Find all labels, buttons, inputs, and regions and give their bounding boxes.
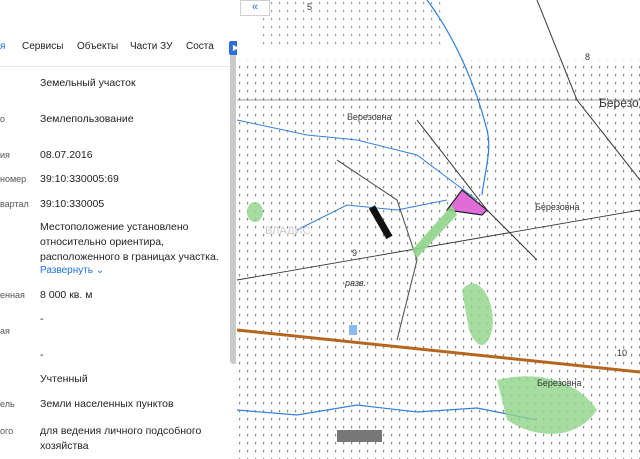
map-label: 9 [352, 248, 358, 258]
green-spot [247, 202, 263, 222]
row-label: о [0, 114, 6, 124]
row-value: 8 000 кв. м [40, 289, 93, 301]
map-label: Березо [599, 96, 639, 110]
expand-link[interactable]: Развернуть ⌄ [40, 265, 104, 276]
row-value: 39:10:330005:69 [40, 173, 119, 185]
tab-services[interactable]: Сервисы [22, 41, 63, 52]
row-label: вартал [0, 199, 29, 209]
map-label: 10 [617, 348, 628, 358]
row-value: 39:10:330005 [40, 198, 105, 210]
row-label: ого [0, 426, 14, 436]
row-value: 08.07.2016 [40, 149, 93, 161]
map-label: 8 [585, 52, 591, 62]
chevron-down-icon: ⌄ [95, 265, 105, 276]
info-panel: я Сервисы Объекты Части ЗУ Соста Земельн… [0, 0, 236, 459]
row-value: Землепользование [40, 113, 134, 125]
row-value: Учтенный [40, 373, 88, 385]
tab-info[interactable]: я [0, 41, 5, 52]
row-value: - [40, 313, 44, 325]
double-chevron-left-icon: « [251, 1, 259, 13]
row-label: ель [0, 399, 15, 409]
row-value: - [40, 349, 44, 361]
tab-objects[interactable]: Объекты [77, 41, 118, 52]
building-row [337, 430, 382, 442]
expand-link-label: Развернуть [40, 265, 94, 276]
map-label: Березовна [347, 112, 392, 122]
row-value: для ведения личного подсобного хозяйства [40, 425, 202, 452]
watermark: ВЛАДИС [265, 225, 311, 237]
map-label: 5 [307, 2, 313, 12]
tab-parts[interactable]: Части ЗУ [130, 41, 172, 52]
row-label: ия [0, 150, 10, 160]
row-label: номер [0, 174, 27, 184]
cadastral-map[interactable]: 5 8 Березо Березовна Березовна 9 разв. 1… [237, 0, 640, 459]
row-label: енная [0, 290, 25, 300]
map-label: разв. [345, 278, 367, 288]
row-value: Земельный участок [40, 77, 136, 89]
map-label: Березовна [537, 378, 582, 388]
map-collapse-button[interactable]: « [240, 0, 270, 16]
tab-composition[interactable]: Соста [186, 41, 214, 52]
row-label: ая [0, 326, 10, 336]
row-value: Земли населенных пунктов [40, 398, 174, 410]
tab-bar: я Сервисы Объекты Части ЗУ Соста [0, 30, 236, 67]
row-value: Местоположение установлено относительно … [40, 221, 219, 263]
pond [349, 325, 357, 335]
panel-scrollbar[interactable] [230, 44, 236, 364]
orchard-pattern-top [257, 0, 447, 50]
map-label: Березовна [535, 202, 580, 212]
